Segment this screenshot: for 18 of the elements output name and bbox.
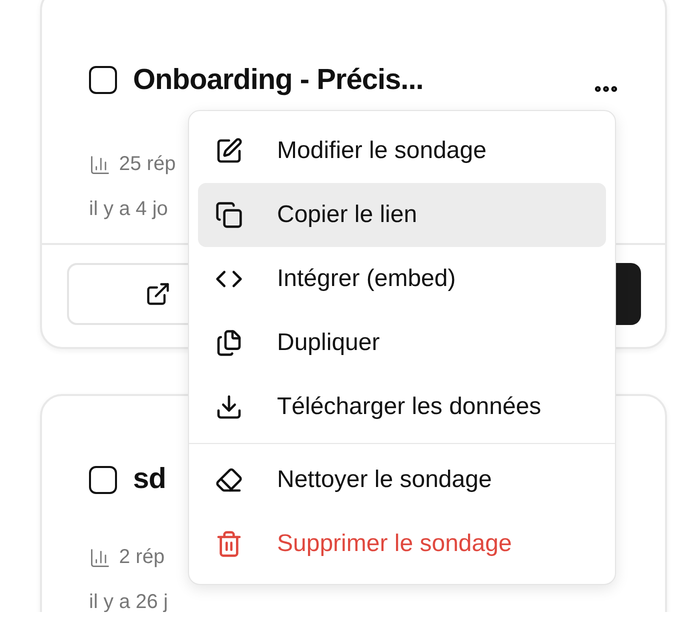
survey-title: sd <box>133 463 166 496</box>
copy-icon <box>215 201 243 229</box>
checkbox[interactable] <box>89 66 117 94</box>
response-count: 25 rép <box>119 153 176 176</box>
menu-item[interactable]: Copier le lien <box>198 183 606 247</box>
external-link-icon <box>145 281 171 307</box>
eraser-icon <box>215 466 243 494</box>
survey-date: il y a 4 jo <box>89 198 168 221</box>
bar-chart-icon <box>89 154 111 176</box>
files-icon <box>215 329 243 357</box>
trash-icon <box>215 530 243 558</box>
response-count: 2 rép <box>119 546 165 569</box>
download-icon <box>215 393 243 421</box>
survey-title: Onboarding - Précis... <box>133 64 424 96</box>
survey-date: il y a 26 j <box>89 591 168 612</box>
checkbox[interactable] <box>89 466 117 494</box>
bar-chart-icon <box>89 546 111 568</box>
edit-icon <box>215 137 243 165</box>
